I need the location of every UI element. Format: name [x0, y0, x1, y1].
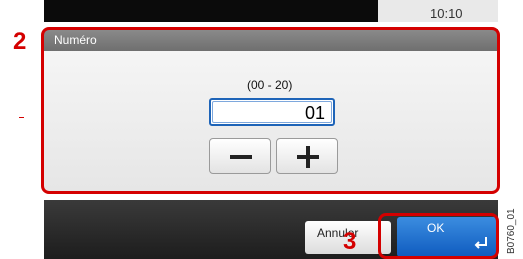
top-status-bar: [44, 0, 378, 22]
figure-code: B0760_01: [506, 208, 517, 254]
highlight-frame-ok: [378, 213, 499, 259]
step-number-3: 3: [343, 228, 357, 255]
step-number-2: 2: [13, 28, 27, 55]
highlight-frame-dialog: [41, 27, 500, 194]
callout-tick: [19, 117, 24, 118]
clock: 10:10: [430, 6, 463, 21]
